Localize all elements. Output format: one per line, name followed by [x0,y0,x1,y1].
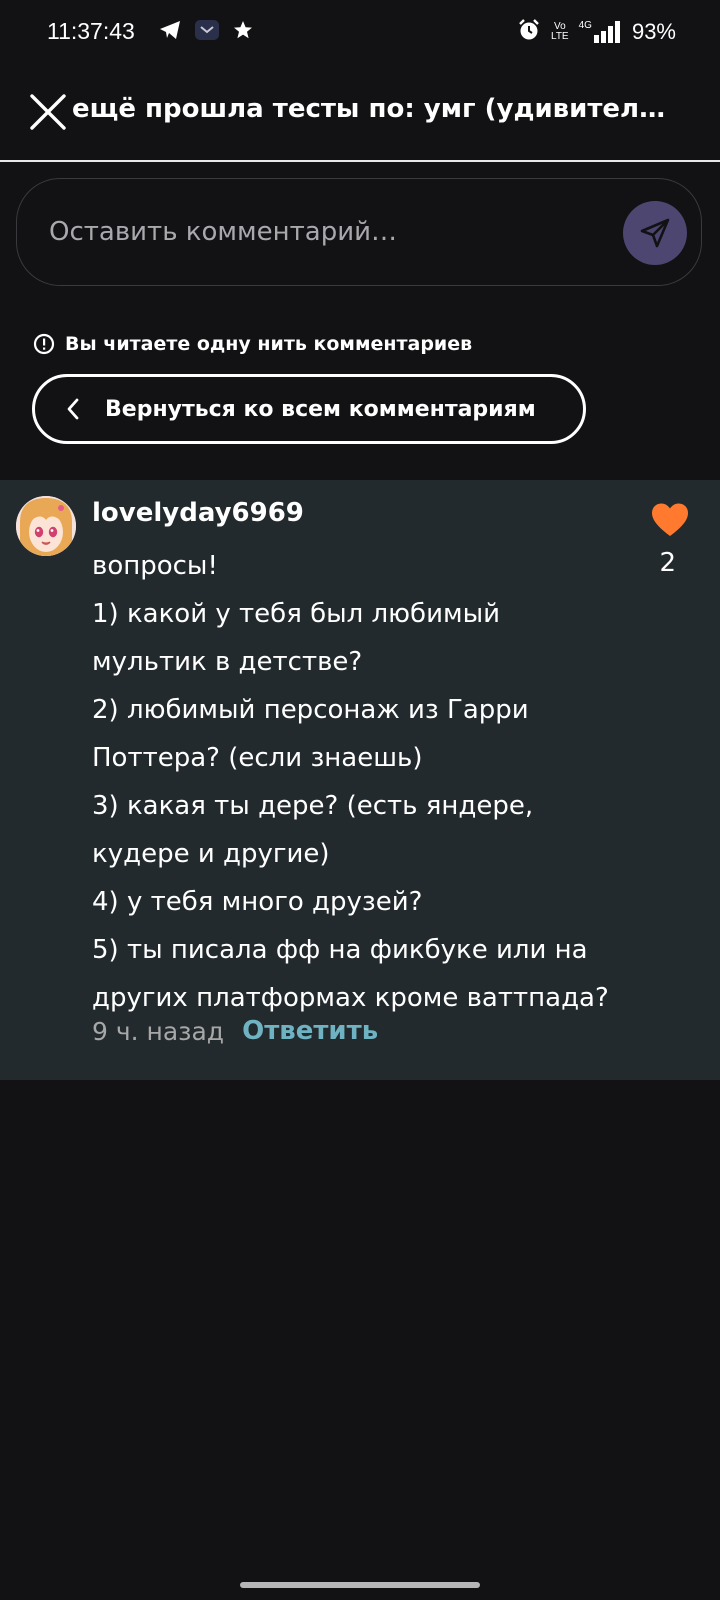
comment-line: 5) ты писала фф на фикбуке или на [92,935,588,965]
signal-icon: 4G [579,21,622,43]
status-bar: 11:37:43 Vo LTE 4G 93% [0,0,720,64]
notification-icons [158,18,254,46]
send-icon [640,218,670,248]
volte-bottom-label: LTE [551,31,569,42]
comment-line: других платформах кроме ваттпада? [92,983,609,1013]
comment-composer [16,178,702,286]
comment-line: мультик в детстве? [92,647,363,677]
comment-line: 3) какая ты дере? (есть яндере, [92,791,534,821]
info-icon [33,333,55,355]
send-button[interactable] [623,201,687,265]
chevron-left-icon [65,397,81,421]
back-to-all-comments-button[interactable]: Вернуться ко всем комментариям [32,374,586,444]
comment-line: 1) какой у тебя был любимый [92,599,501,629]
heart-icon [652,503,688,536]
back-button-label: Вернуться ко всем комментариям [105,396,536,422]
mail-icon [194,18,220,46]
like-count: 2 [659,548,676,578]
page-title: ещё прошла тесты по: умг (удивител… [72,94,666,124]
comment-line: 4) у тебя много друзей? [92,887,423,917]
comment-line: кудере и другие) [92,839,330,869]
status-time: 11:37:43 [47,18,135,44]
thread-notice: Вы читаете одну нить комментариев [33,333,472,355]
comment-timestamp: 9 ч. назад [92,1016,225,1046]
comment-line: Поттера? (если знаешь) [92,743,423,773]
like-button[interactable] [650,502,690,538]
header: ещё прошла тесты по: умг (удивител… [0,76,720,162]
comment-username[interactable]: lovelyday6969 [92,498,304,528]
comment-line: 2) любимый персонаж из Гарри [92,695,529,725]
close-button[interactable] [28,92,68,132]
system-icons: Vo LTE 4G 93% [517,18,676,46]
close-icon [30,94,66,130]
alarm-icon [517,18,541,46]
star-icon [232,19,254,45]
volte-icon: Vo LTE [551,22,569,42]
comment-text: вопросы! 1) какой у тебя был любимый мул… [92,542,652,1022]
telegram-icon [158,19,182,45]
comment-meta: 9 ч. назад Ответить [92,1016,378,1046]
avatar[interactable] [16,496,76,556]
thread-notice-text: Вы читаете одну нить комментариев [65,333,473,355]
gesture-nav-bar[interactable] [240,1582,480,1588]
comment-card: lovelyday6969 вопросы! 1) какой у тебя б… [0,480,720,1080]
comment-input[interactable] [47,207,591,257]
battery-percent: 93% [631,19,676,44]
screen: 11:37:43 Vo LTE 4G 93% ещё прошла тесты … [0,0,720,1600]
network-label: 4G [578,20,592,31]
reply-button[interactable]: Ответить [242,1016,378,1046]
comment-line: вопросы! [92,551,218,581]
